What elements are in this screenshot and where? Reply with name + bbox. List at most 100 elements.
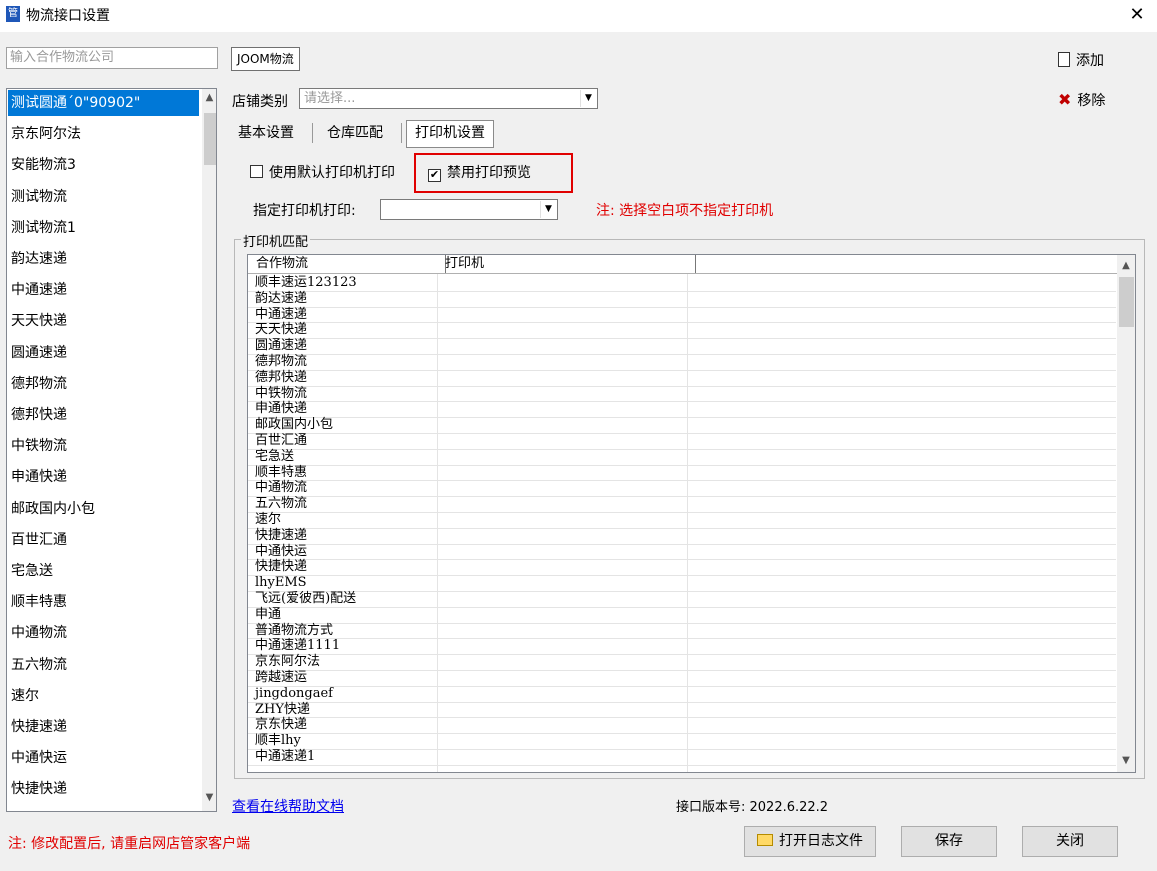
- grid-cell-logistics: 中通物流: [255, 480, 308, 496]
- grid-row[interactable]: 中通物流: [248, 480, 1116, 498]
- scroll-up-icon[interactable]: ▲: [1117, 257, 1135, 275]
- tab-printer[interactable]: 打印机设置: [406, 120, 494, 148]
- company-list-item[interactable]: 测试圆通´0"90902": [8, 90, 199, 116]
- remove-button[interactable]: ✖ 移除: [1058, 90, 1105, 110]
- grid-cell-logistics: 邮政国内小包: [255, 417, 334, 433]
- grid-row[interactable]: 顺丰lhy: [248, 733, 1116, 750]
- store-type-select[interactable]: 请选择... ▼: [299, 88, 598, 109]
- help-docs-link[interactable]: 查看在线帮助文档: [232, 796, 344, 816]
- grid-row[interactable]: 速尔: [248, 512, 1116, 529]
- scroll-up-icon[interactable]: ▲: [202, 89, 216, 107]
- grid-row[interactable]: 顺丰特惠: [248, 465, 1116, 482]
- add-button[interactable]: 添加: [1058, 50, 1104, 70]
- printer-note: 注: 选择空白项不指定打印机: [596, 203, 774, 219]
- company-list-item[interactable]: 五六物流: [8, 652, 199, 678]
- grid-row[interactable]: 京东快递: [248, 717, 1116, 735]
- company-list-item[interactable]: 快捷速递: [8, 714, 199, 740]
- grid-row[interactable]: 德邦快递: [248, 370, 1116, 387]
- grid-row[interactable]: 中铁物流: [248, 386, 1116, 403]
- close-window-icon[interactable]: ✕: [1124, 2, 1150, 28]
- grid-cell-logistics: 德邦物流: [255, 354, 308, 369]
- grid-row[interactable]: ZHY快递: [248, 702, 1116, 719]
- open-log-button[interactable]: 打开日志文件: [744, 826, 876, 857]
- grid-cell-logistics: 顺丰速运123123: [255, 275, 357, 290]
- save-button[interactable]: 保存: [901, 826, 997, 857]
- printer-match-grid[interactable]: 合作物流 打印机 顺丰速运123123 韵达速递 中通速递 天天快递 圆通速递 德邦物流德…: [247, 254, 1136, 773]
- company-search-input[interactable]: 输入合作物流公司: [6, 47, 218, 69]
- grid-row[interactable]: 天天快递: [248, 322, 1116, 340]
- scroll-thumb[interactable]: [204, 113, 216, 165]
- company-list-item[interactable]: 邮政国内小包: [8, 496, 199, 522]
- company-list-item[interactable]: 韵达速递: [8, 246, 199, 272]
- company-list-item[interactable]: 安能物流3: [8, 152, 199, 178]
- grid-scrollbar[interactable]: ▲ ▼: [1117, 255, 1135, 772]
- grid-row[interactable]: 邮政国内小包: [248, 417, 1116, 434]
- title-bar: 管 物流接口设置 ✕: [0, 0, 1157, 32]
- grid-row[interactable]: 普通物流方式: [248, 623, 1116, 640]
- tab-basic[interactable]: 基本设置: [230, 120, 302, 146]
- grid-row[interactable]: 快捷速递: [248, 528, 1116, 545]
- grid-row[interactable]: 申通: [248, 607, 1116, 624]
- grid-row[interactable]: 五六物流: [248, 496, 1116, 513]
- company-list-item[interactable]: 京东阿尔法: [8, 121, 199, 147]
- printer-select[interactable]: ▼: [380, 199, 558, 220]
- grid-row[interactable]: 中通快运: [248, 544, 1116, 561]
- grid-row[interactable]: 宅急送: [248, 449, 1116, 466]
- grid-row[interactable]: 德邦物流: [248, 354, 1116, 371]
- grid-row[interactable]: 中通速递: [248, 307, 1116, 324]
- grid-cell-logistics: 中通快运: [255, 543, 308, 559]
- company-list-item[interactable]: 快捷快递: [8, 776, 199, 802]
- company-list-item[interactable]: 中通速递: [8, 277, 199, 303]
- company-list-item[interactable]: 圆通速递: [8, 340, 199, 366]
- grid-cell-logistics: 快捷速递: [255, 527, 308, 543]
- checkbox-unchecked-icon[interactable]: [250, 165, 263, 178]
- dropdown-arrow-icon[interactable]: ▼: [580, 90, 596, 107]
- grid-row[interactable]: 中通速递1: [248, 749, 1116, 766]
- company-list-item[interactable]: 中铁物流: [8, 433, 199, 459]
- grid-cell-logistics: 圆通速递: [255, 338, 308, 354]
- close-button[interactable]: 关闭: [1022, 826, 1118, 857]
- tab-warehouse[interactable]: 仓库匹配: [319, 120, 391, 146]
- remove-x-icon: ✖: [1058, 90, 1072, 109]
- grid-cell-logistics: 跨越速运: [255, 670, 308, 685]
- grid-row[interactable]: 圆通速递: [248, 338, 1116, 355]
- company-list-item[interactable]: 德邦物流: [8, 371, 199, 397]
- grid-row[interactable]: 中通速递1111: [248, 638, 1116, 656]
- company-list-scrollbar[interactable]: ▲ ▼: [202, 89, 216, 811]
- use-default-printer-checkbox[interactable]: 使用默认打印机打印: [250, 162, 395, 182]
- grid-row[interactable]: 京东阿尔法: [248, 654, 1116, 671]
- grid-row[interactable]: 顺丰速运123123: [248, 275, 1116, 292]
- grid-row[interactable]: 飞远(爱彼西)配送: [248, 591, 1116, 608]
- grid-cell-logistics: 中通速递1111: [255, 638, 341, 654]
- restart-note: 注: 修改配置后, 请重启网店管家客户端: [8, 836, 251, 852]
- grid-row[interactable]: 申通快递: [248, 401, 1116, 419]
- grid-row[interactable]: lhyEMS: [248, 575, 1116, 592]
- grid-row[interactable]: 跨越速运: [248, 670, 1116, 687]
- company-list-item[interactable]: 天天快递: [8, 308, 199, 334]
- grid-row[interactable]: 快捷快递: [248, 559, 1116, 577]
- app-icon: 管: [6, 6, 20, 22]
- company-list-item[interactable]: 测试物流: [8, 184, 199, 210]
- grid-cell-logistics: 天天快递: [255, 322, 308, 338]
- company-list-item[interactable]: 顺丰特惠: [8, 589, 199, 615]
- column-header-printer[interactable]: 打印机: [437, 255, 696, 273]
- dropdown-arrow-icon[interactable]: ▼: [540, 201, 556, 218]
- scroll-down-icon[interactable]: ▼: [202, 789, 216, 807]
- scroll-thumb[interactable]: [1119, 277, 1134, 327]
- company-list-item[interactable]: 百世汇通: [8, 527, 199, 553]
- company-list-item[interactable]: 德邦快递: [8, 402, 199, 428]
- scroll-down-icon[interactable]: ▼: [1117, 752, 1135, 770]
- grid-row[interactable]: 韵达速递: [248, 291, 1116, 308]
- company-list-item[interactable]: 中通快运: [8, 745, 199, 771]
- company-list-item[interactable]: 速尔: [8, 683, 199, 709]
- company-list-item[interactable]: 测试物流1: [8, 215, 199, 241]
- grid-cell-logistics: 德邦快递: [255, 369, 308, 385]
- company-list-item[interactable]: 中通物流: [8, 620, 199, 646]
- grid-cell-logistics: 申通: [255, 606, 282, 622]
- column-header-logistics[interactable]: 合作物流: [248, 255, 446, 273]
- company-list[interactable]: 测试圆通´0"90902" 京东阿尔法安能物流3 测试物流测试物流1 韵达速递中通速递…: [6, 88, 217, 812]
- grid-row[interactable]: 百世汇通: [248, 433, 1116, 450]
- company-list-item[interactable]: 宅急送: [8, 558, 199, 584]
- company-list-item[interactable]: 申通快递: [8, 464, 199, 490]
- grid-row[interactable]: jingdongaef: [248, 686, 1116, 703]
